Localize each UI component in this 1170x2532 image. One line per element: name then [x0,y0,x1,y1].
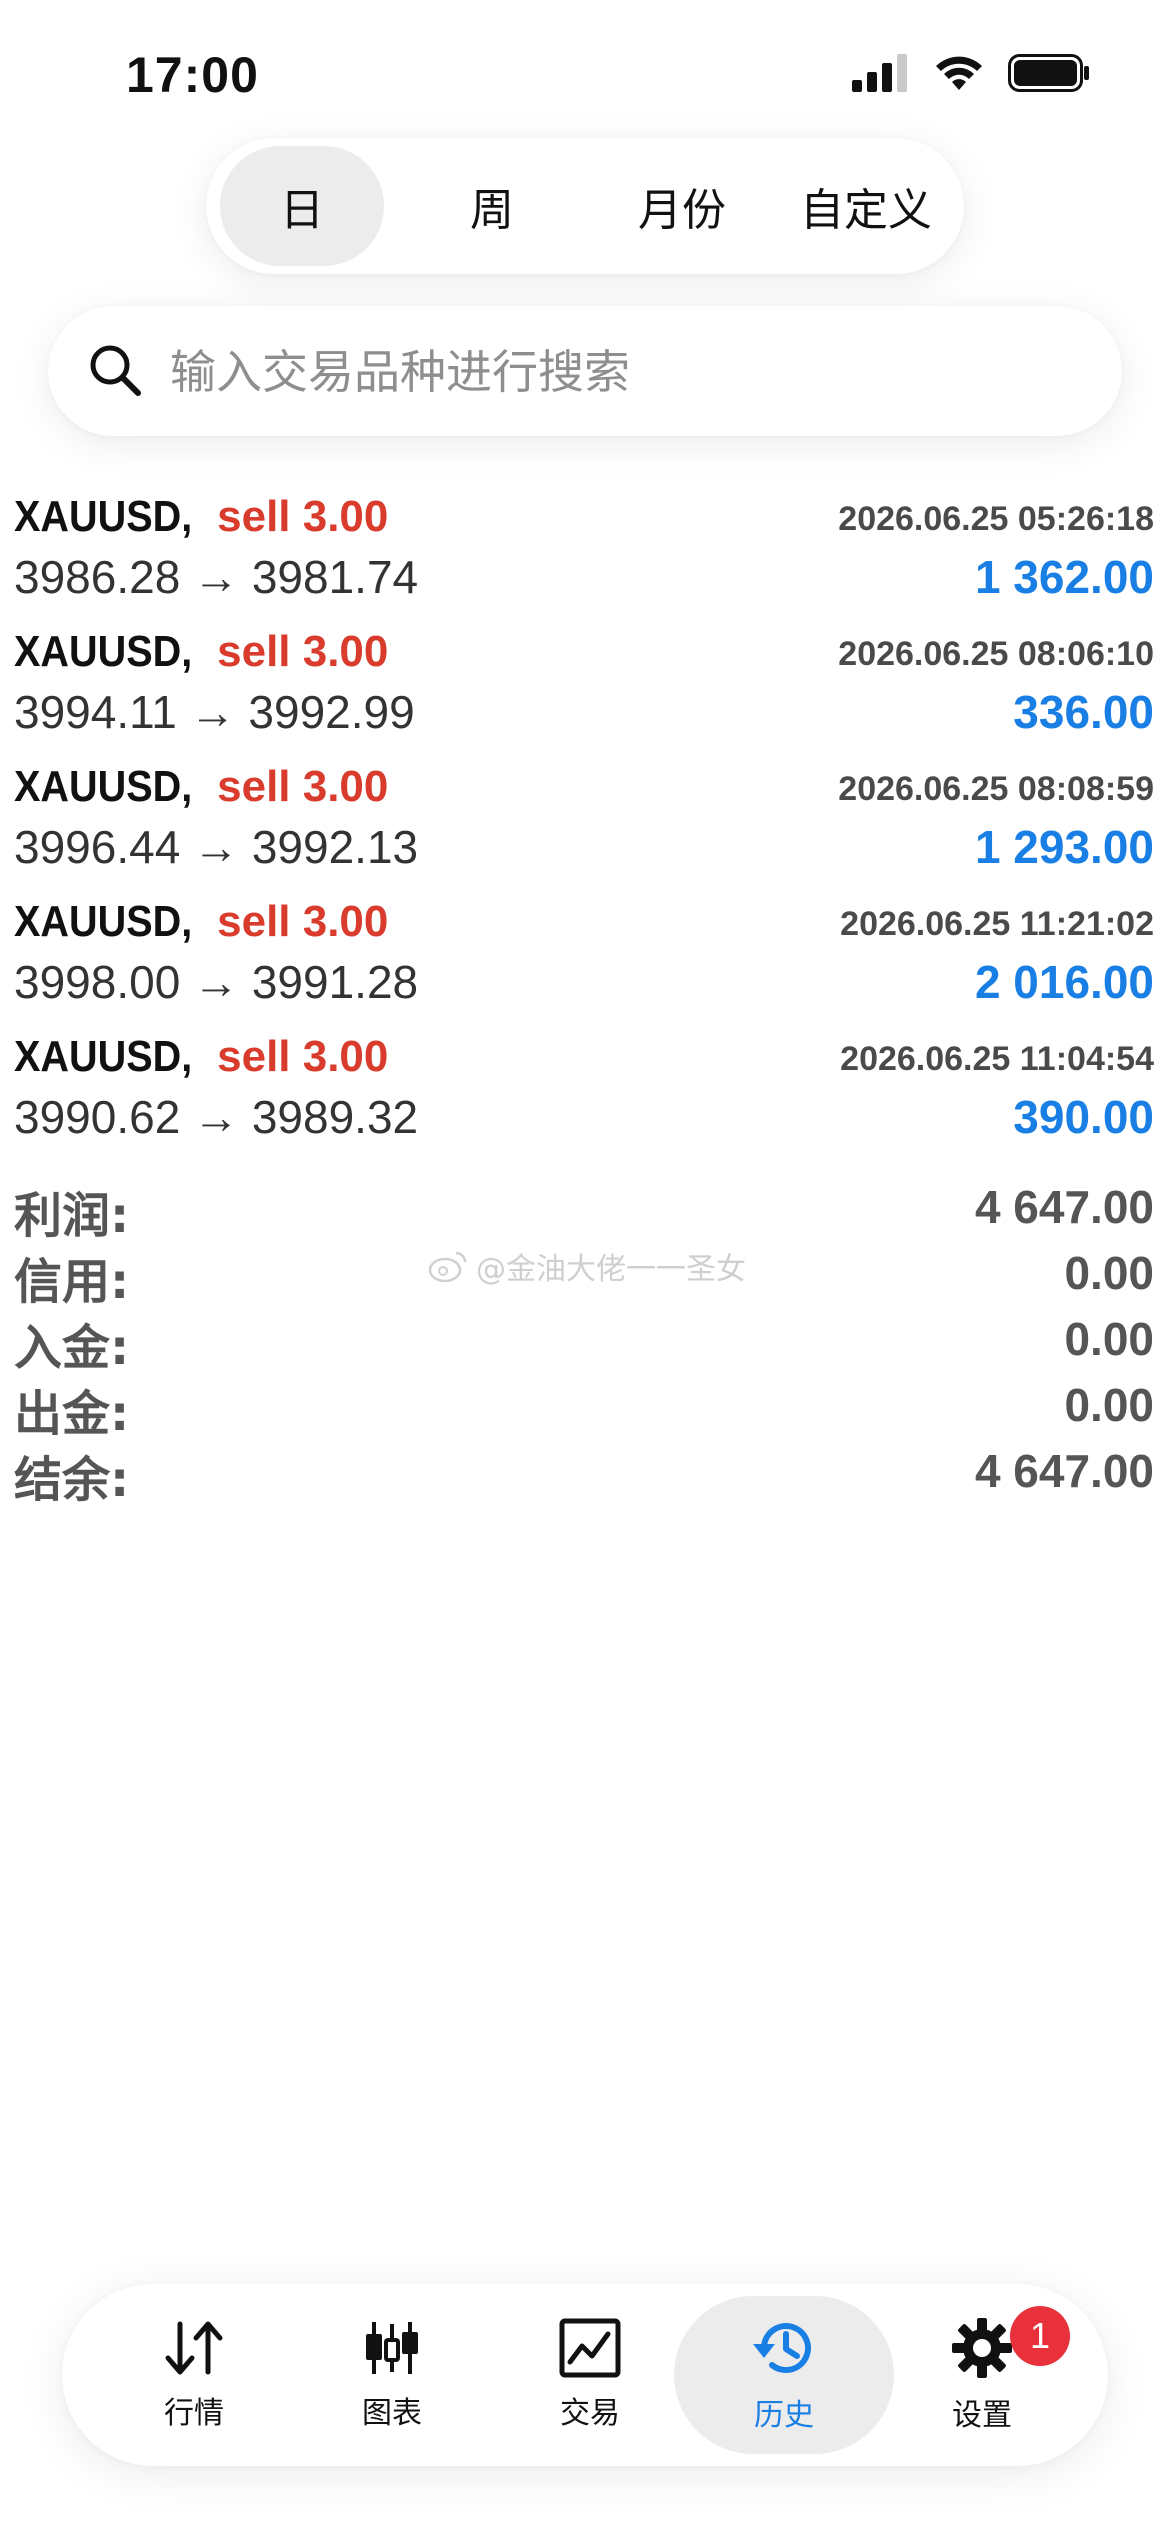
nav-history[interactable]: 历史 [674,2296,894,2454]
deal-row[interactable]: XAUUSD, sell 3.00 2026.06.25 08:08:59 39… [14,754,1154,889]
battery-icon [1008,54,1089,92]
summary-row-profit: 利润: 4 647.00 [14,1176,1154,1244]
deal-side: sell 3.00 [217,1032,389,1081]
deal-row[interactable]: XAUUSD, sell 3.00 2026.06.25 05:26:18 39… [14,484,1154,619]
deal-profit: 390.00 [1013,1091,1154,1143]
deal-symbol: XAUUSD, [14,627,193,676]
search-input[interactable] [168,338,1072,406]
summary-label: 入金: [14,1320,130,1376]
deal-symbol: XAUUSD, [14,897,193,946]
summary-value: 4 647.00 [974,1181,1154,1233]
nav-trade[interactable]: 交易 [480,2296,700,2454]
deal-side: sell 3.00 [217,627,389,676]
deal-prices: 3990.62 → 3989.32 [14,1091,419,1143]
watermark-text: @金油大佬一一圣女 [476,1252,746,1287]
deal-row[interactable]: XAUUSD, sell 3.00 2026.06.25 11:21:02 39… [14,889,1154,1024]
deal-side: sell 3.00 [217,492,389,541]
signal-icon [852,54,907,92]
summary-row-deposit: 入金: 0.00 [14,1308,1154,1376]
deal-profit: 1 293.00 [974,821,1154,873]
summary-value: 0.00 [1064,1313,1154,1365]
deal-symbol: XAUUSD, [14,762,193,811]
summary-value: 0.00 [1064,1379,1154,1431]
deal-symbol: XAUUSD, [14,492,193,541]
gear-icon [952,2318,1012,2378]
deal-side: sell 3.00 [217,897,389,946]
deal-time: 2026.06.25 05:26:18 [838,500,1154,538]
search-icon [90,345,141,396]
summary-label: 结余: [14,1452,130,1508]
deals-list: XAUUSD, sell 3.00 2026.06.25 05:26:18 39… [14,484,1154,1159]
weibo-logo-icon [428,1251,467,1283]
status-icons [852,54,1090,92]
bottom-nav: 行情 图表 交易 历史 设置 1 [62,2284,1108,2466]
nav-label: 设置 [952,2398,1012,2433]
deal-profit: 1 362.00 [974,551,1154,603]
deal-row[interactable]: XAUUSD, sell 3.00 2026.06.25 11:04:54 39… [14,1024,1154,1159]
summary-label: 利润: [14,1188,130,1244]
candlestick-icon [366,2322,418,2374]
summary-value: 4 647.00 [974,1445,1154,1497]
nav-label: 交易 [560,2396,620,2431]
deal-prices: 3994.11 → 3992.99 [14,686,415,738]
summary-row-withdrawal: 出金: 0.00 [14,1374,1154,1442]
deal-side: sell 3.00 [217,762,389,811]
deal-prices: 3998.00 → 3991.28 [14,956,419,1008]
search-bar[interactable] [48,306,1122,436]
deal-symbol: XAUUSD, [14,1032,193,1081]
nav-label: 行情 [164,2396,224,2431]
deal-prices: 3996.44 → 3992.13 [14,821,419,873]
nav-label: 图表 [362,2396,422,2431]
watermark: @金油大佬一一圣女 [428,1244,746,1288]
status-time: 17:00 [126,47,259,103]
wifi-icon [936,56,982,90]
tab-week[interactable]: 周 [410,146,574,266]
history-screen: 17:00 日 周 月份 自定义 输入交易品种进行搜索 XAUUSD, sell… [0,0,1170,2532]
summary-label: 信用: [14,1254,130,1310]
nav-label: 历史 [754,2398,814,2433]
summary-row-balance: 结余: 4 647.00 [14,1440,1154,1508]
nav-quotes[interactable]: 行情 [84,2296,304,2454]
tab-month[interactable]: 月份 [600,146,764,266]
deal-time: 2026.06.25 11:21:02 [840,905,1154,943]
tab-day[interactable]: 日 [220,146,384,266]
trade-chart-icon [559,2318,621,2378]
deal-time: 2026.06.25 11:04:54 [840,1040,1154,1078]
notification-badge: 1 [1010,2306,1070,2366]
history-clock-icon [753,2323,811,2374]
deal-profit: 336.00 [1013,686,1154,738]
tab-custom[interactable]: 自定义 [784,146,948,266]
deal-time: 2026.06.25 08:08:59 [838,770,1154,808]
nav-chart[interactable]: 图表 [282,2296,502,2454]
summary-label: 出金: [14,1386,130,1442]
deal-row[interactable]: XAUUSD, sell 3.00 2026.06.25 08:06:10 39… [14,619,1154,754]
deal-time: 2026.06.25 08:06:10 [838,635,1154,673]
deal-prices: 3986.28 → 3981.74 [14,551,419,603]
summary-value: 0.00 [1064,1247,1154,1299]
arrows-up-down-icon [165,2321,223,2375]
deal-profit: 2 016.00 [974,956,1154,1008]
nav-settings[interactable]: 设置 1 [872,2296,1092,2454]
summary: 利润: 4 647.00 信用: 0.00 入金: 0.00 出金: 0.00 … [14,1176,1154,1508]
period-selector: 日 周 月份 自定义 [206,138,964,274]
status-bar: 17:00 [0,0,1170,150]
